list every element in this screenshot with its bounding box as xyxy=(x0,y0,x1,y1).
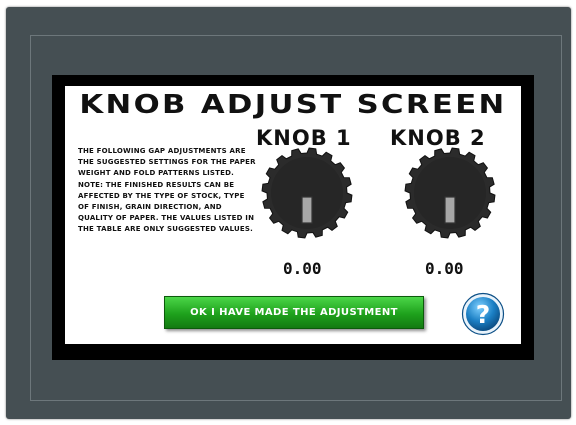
knob-2-value: 0.00 xyxy=(425,259,464,278)
ok-adjustment-button[interactable]: OK I HAVE MADE THE ADJUSTMENT xyxy=(164,296,424,329)
page-title: KNOB ADJUST SCREEN xyxy=(79,90,507,120)
knob-1-value: 0.00 xyxy=(283,259,322,278)
knob-2-dial-icon[interactable] xyxy=(404,147,496,239)
instructions-text: The following gap adjustments are the su… xyxy=(78,147,256,234)
knob-1-dial-icon[interactable] xyxy=(261,147,353,239)
help-question-mark-icon[interactable]: ? xyxy=(461,292,505,336)
knob-adjust-screen: KNOB ADJUST SCREEN KNOB 1 KNOB 2 The fol… xyxy=(65,86,521,344)
help-glyph: ? xyxy=(476,300,491,329)
